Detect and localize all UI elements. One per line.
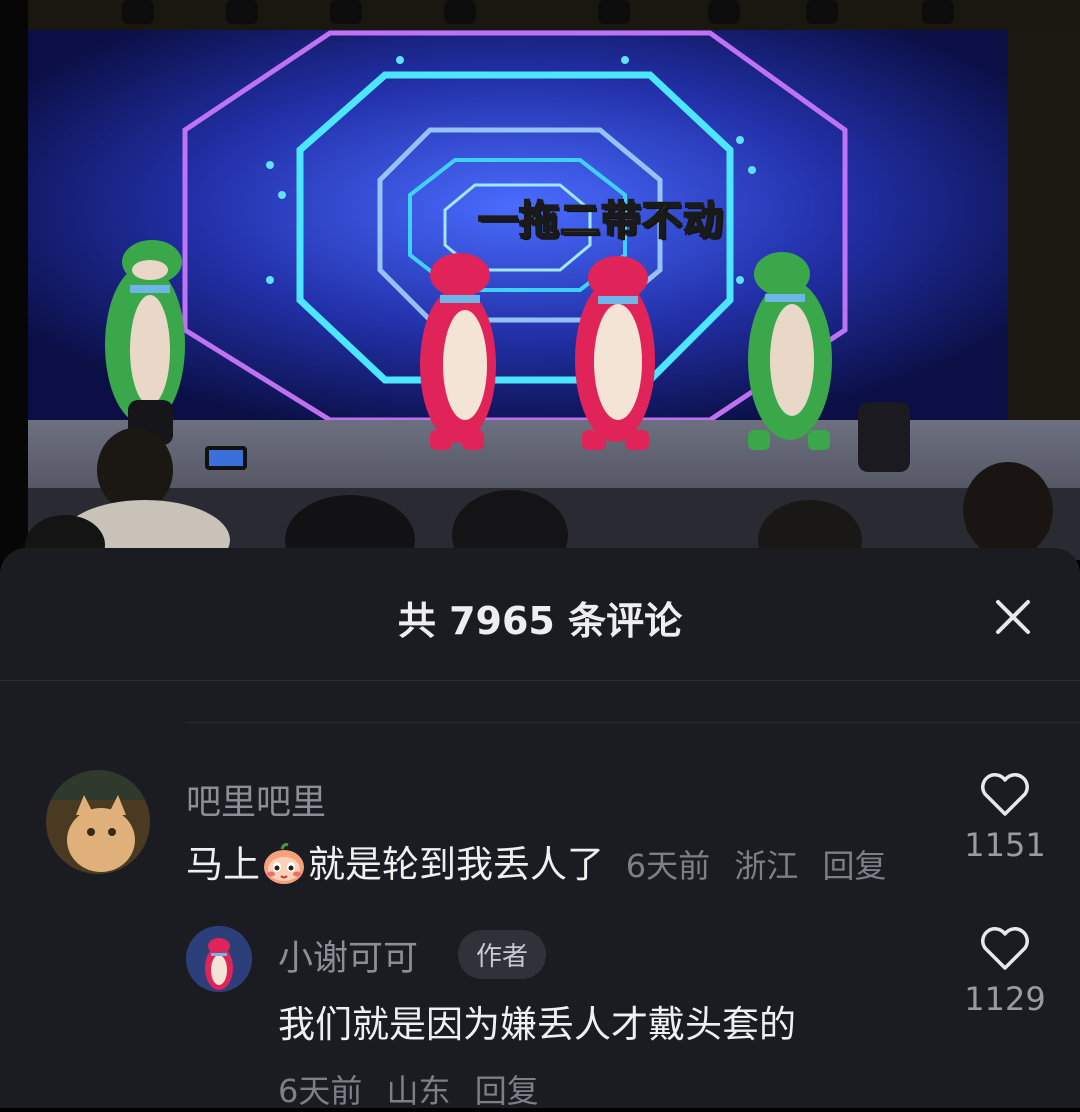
reply-button[interactable]: 回复	[475, 1072, 539, 1110]
like-count: 1129	[964, 980, 1046, 1018]
comment-text-part: 马上	[186, 843, 260, 886]
close-icon	[996, 600, 1030, 634]
comment-sheet: 共 7965 条评论 吧里吧里 马上 就是轮到我丢人了 6天前 浙江 回复 11…	[0, 548, 1080, 1110]
like-button[interactable]: 1151	[955, 772, 1055, 864]
frog-avatar-image	[186, 926, 252, 992]
video-player[interactable]: 一拖二带不动	[0, 0, 1080, 560]
cat-avatar-image	[46, 770, 150, 874]
reply-button[interactable]: 回复	[823, 847, 887, 885]
reply-location: 山东	[386, 1072, 451, 1110]
comment-text: 马上 就是轮到我丢人了 6天前 浙江 回复	[186, 834, 901, 888]
comment-count-title: 共 7965 条评论	[397, 599, 683, 643]
like-count: 1151	[964, 826, 1046, 864]
reply-username[interactable]: 小谢可可	[278, 930, 418, 981]
close-button[interactable]	[990, 594, 1036, 640]
comment-text-part: 就是轮到我丢人了	[308, 843, 604, 886]
blushing-face-emoji	[264, 843, 304, 884]
author-badge: 作者	[458, 930, 547, 979]
comment-time: 6天前	[625, 847, 711, 885]
divider	[0, 680, 1080, 681]
reply-text: 我们就是因为嫌丢人才戴头套的	[278, 1003, 796, 1046]
avatar[interactable]	[46, 770, 150, 874]
divider	[186, 722, 1080, 723]
heart-icon	[981, 773, 1029, 816]
like-button[interactable]: 1129	[955, 926, 1055, 1018]
video-caption: 一拖二带不动	[477, 197, 724, 245]
avatar[interactable]	[186, 926, 252, 992]
video-frame	[0, 0, 1080, 560]
comment-meta: 6天前 浙江 回复	[626, 847, 901, 885]
reply-meta: 6天前 山东 回复	[278, 1066, 553, 1112]
comment-username[interactable]: 吧里吧里	[186, 774, 326, 825]
heart-icon	[981, 927, 1029, 970]
reply-time: 6天前	[278, 1072, 363, 1110]
comment-location: 浙江	[734, 847, 799, 885]
